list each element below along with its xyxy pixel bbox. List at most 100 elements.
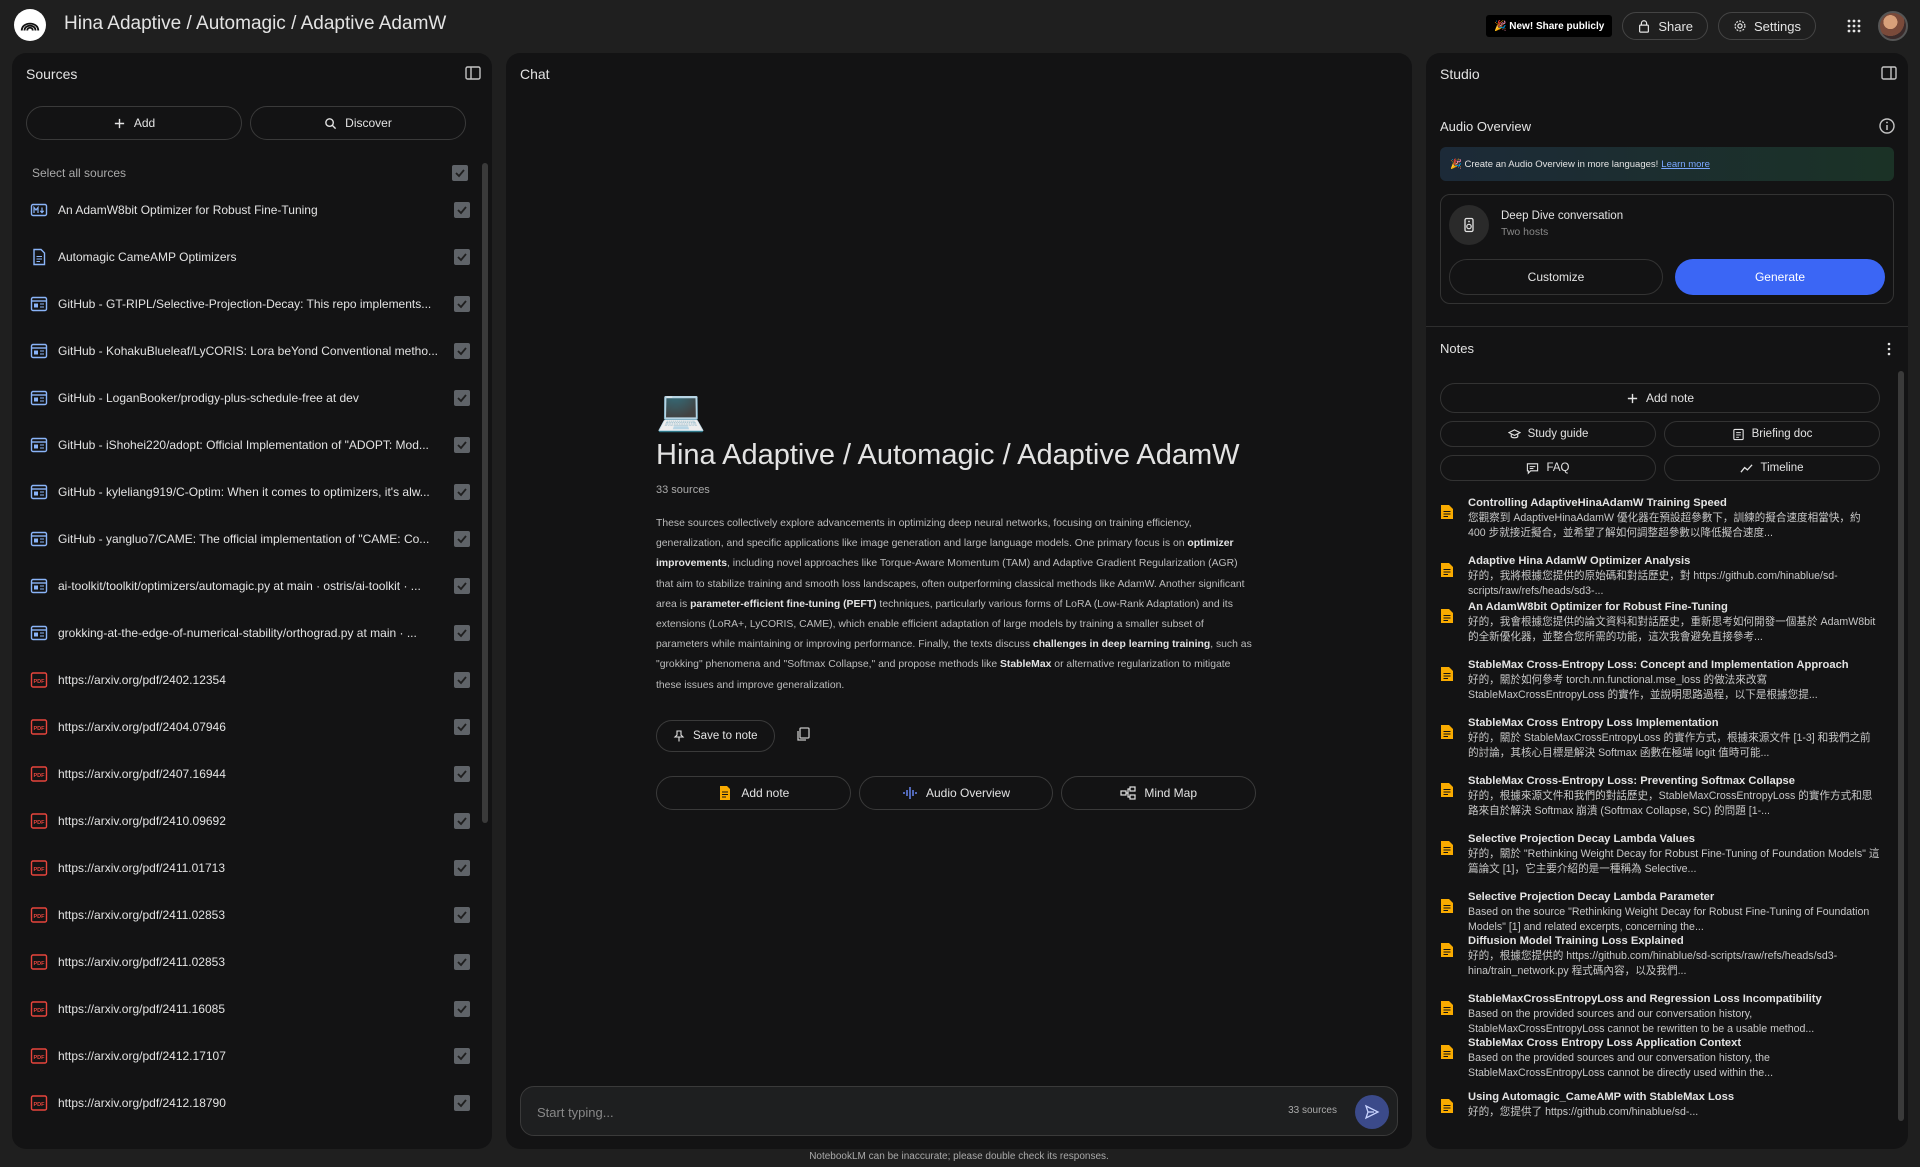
note-item[interactable]: StableMax Cross-Entropy Loss: Concept an…	[1440, 658, 1880, 716]
add-source-button[interactable]: Add	[26, 106, 242, 140]
source-checkbox[interactable]	[454, 342, 470, 359]
audio-overview-button[interactable]: Audio Overview	[858, 775, 1054, 810]
briefing-doc-button[interactable]: Briefing doc	[1664, 421, 1880, 447]
settings-button[interactable]: Settings	[1718, 12, 1816, 40]
source-item[interactable]: PDF https://arxiv.org/pdf/2402.12354	[30, 656, 470, 703]
send-button[interactable]	[1355, 1095, 1389, 1129]
source-item[interactable]: Automagic CameAMP Optimizers	[30, 233, 470, 280]
study-guide-button[interactable]: Study guide	[1440, 421, 1656, 447]
source-checkbox[interactable]	[454, 953, 470, 970]
source-item[interactable]: GitHub - yangluo7/CAME: The official imp…	[30, 515, 470, 562]
add-note-action-button[interactable]: Add note	[656, 775, 851, 810]
generate-button[interactable]: Generate	[1675, 259, 1885, 295]
source-item[interactable]: GitHub - iShohei220/adopt: Official Impl…	[30, 421, 470, 468]
check-icon	[457, 675, 467, 684]
source-checkbox[interactable]	[454, 436, 470, 453]
faq-button[interactable]: FAQ	[1440, 455, 1656, 481]
notebooklm-logo-icon[interactable]	[14, 9, 46, 41]
note-preview: Based on the provided sources and our co…	[1468, 1052, 1774, 1079]
note-item[interactable]: An AdamW8bit Optimizer for Robust Fine-T…	[1440, 600, 1880, 658]
source-list: An AdamW8bit Optimizer for Robust Fine-T…	[30, 186, 470, 1126]
source-item[interactable]: PDF https://arxiv.org/pdf/2411.02853	[30, 938, 470, 985]
more-options-icon[interactable]	[1882, 341, 1896, 357]
top-bar: Hina Adaptive / Automagic / Adaptive Ada…	[0, 0, 1920, 50]
note-item[interactable]: Adaptive Hina AdamW Optimizer Analysis 好的…	[1440, 554, 1880, 600]
info-icon[interactable]	[1878, 117, 1896, 135]
note-item[interactable]: StableMax Cross Entropy Loss Application…	[1440, 1036, 1880, 1090]
note-content: StableMax Cross Entropy Loss Implementat…	[1468, 716, 1880, 760]
source-item[interactable]: PDF https://arxiv.org/pdf/2411.16085	[30, 985, 470, 1032]
source-item[interactable]: PDF https://arxiv.org/pdf/2412.17107	[30, 1032, 470, 1079]
source-label: GitHub - kyleliang919/C-Optim: When it c…	[58, 484, 430, 499]
copy-icon[interactable]	[795, 726, 811, 745]
notebook-emoji: 💻	[656, 389, 706, 433]
mind-map-button[interactable]: Mind Map	[1061, 775, 1257, 810]
source-item[interactable]: GitHub - LoganBooker/prodigy-plus-schedu…	[30, 374, 470, 421]
select-all-checkbox[interactable]	[452, 165, 468, 181]
source-checkbox[interactable]	[454, 765, 470, 782]
source-item[interactable]: GitHub - GT-RIPL/Selective-Projection-De…	[30, 280, 470, 327]
source-checkbox[interactable]	[454, 624, 470, 641]
source-checkbox[interactable]	[454, 1094, 470, 1111]
web-icon	[30, 295, 48, 313]
source-item[interactable]: PDF https://arxiv.org/pdf/2410.09692	[30, 797, 470, 844]
source-item[interactable]: PDF https://arxiv.org/pdf/2411.02853	[30, 891, 470, 938]
check-icon	[457, 299, 467, 308]
note-item[interactable]: Diffusion Model Training Loss Explained 好…	[1440, 934, 1880, 992]
note-item[interactable]: StableMax Cross-Entropy Loss: Preventing…	[1440, 774, 1880, 832]
note-preview: 好的，根據來源文件和我們的對話歷史，StableMaxCrossEntropyL…	[1468, 790, 1873, 817]
pdf-icon: PDF	[30, 1000, 48, 1018]
note-item[interactable]: Selective Projection Decay Lambda Values…	[1440, 832, 1880, 890]
add-note-button[interactable]: Add note	[1440, 383, 1880, 413]
source-checkbox[interactable]	[454, 1000, 470, 1017]
source-item[interactable]: PDF https://arxiv.org/pdf/2407.16944	[30, 750, 470, 797]
source-checkbox[interactable]	[454, 295, 470, 312]
studio-scrollbar[interactable]	[1898, 371, 1904, 1121]
language-banner-text: 🎉 Create an Audio Overview in more langu…	[1450, 158, 1659, 170]
avatar[interactable]	[1878, 11, 1908, 41]
source-checkbox[interactable]	[454, 389, 470, 406]
source-item[interactable]: PDF https://arxiv.org/pdf/2411.01713	[30, 844, 470, 891]
source-checkbox[interactable]	[454, 906, 470, 923]
add-source-label: Add	[133, 116, 156, 130]
source-item[interactable]: GitHub - KohakuBlueleaf/LyCORIS: Lora be…	[30, 327, 470, 374]
discover-button[interactable]: Discover	[250, 106, 466, 140]
source-item[interactable]: ai-toolkit/toolkit/optimizers/automagic.…	[30, 562, 470, 609]
source-checkbox[interactable]	[454, 1047, 470, 1064]
check-icon	[457, 205, 467, 214]
collapse-panel-icon[interactable]	[464, 64, 482, 82]
note-item[interactable]: Using Automagic_CameAMP with StableMax L…	[1440, 1090, 1880, 1120]
source-item[interactable]: An AdamW8bit Optimizer for Robust Fine-T…	[30, 186, 470, 233]
source-item[interactable]: PDF https://arxiv.org/pdf/2404.07946	[30, 703, 470, 750]
note-item[interactable]: StableMax Cross Entropy Loss Implementat…	[1440, 716, 1880, 774]
select-all-row[interactable]: Select all sources	[32, 163, 468, 183]
note-item[interactable]: Controlling AdaptiveHinaAdamW Training S…	[1440, 496, 1880, 554]
note-item[interactable]: StableMaxCrossEntropyLoss and Regression…	[1440, 992, 1880, 1036]
source-item[interactable]: grokking-at-the-edge-of-numerical-stabil…	[30, 609, 470, 656]
source-checkbox[interactable]	[454, 718, 470, 735]
source-label: https://arxiv.org/pdf/2412.17107	[58, 1048, 226, 1063]
source-checkbox[interactable]	[454, 671, 470, 688]
save-to-note-button[interactable]: Save to note	[656, 719, 775, 752]
note-content: StableMax Cross Entropy Loss Application…	[1468, 1036, 1880, 1080]
notebook-title[interactable]: Hina Adaptive / Automagic / Adaptive Ada…	[64, 13, 446, 35]
google-apps-icon[interactable]	[1840, 12, 1868, 40]
source-checkbox[interactable]	[454, 859, 470, 876]
customize-button[interactable]: Customize	[1449, 259, 1663, 295]
source-checkbox[interactable]	[454, 530, 470, 547]
source-checkbox[interactable]	[454, 812, 470, 829]
source-checkbox[interactable]	[454, 483, 470, 500]
sources-scrollbar[interactable]	[482, 163, 488, 823]
timeline-button[interactable]: Timeline	[1664, 455, 1880, 481]
learn-more-link[interactable]: Learn more	[1661, 159, 1710, 170]
share-button[interactable]: Share	[1622, 12, 1709, 40]
collapse-studio-icon[interactable]	[1880, 64, 1898, 82]
note-item[interactable]: Selective Projection Decay Lambda Parame…	[1440, 890, 1880, 934]
source-checkbox[interactable]	[454, 577, 470, 594]
source-checkbox[interactable]	[454, 248, 470, 265]
source-item[interactable]: GitHub - kyleliang919/C-Optim: When it c…	[30, 468, 470, 515]
source-item[interactable]: PDF https://arxiv.org/pdf/2412.18790	[30, 1079, 470, 1126]
add-note-label: Add note	[1645, 391, 1695, 405]
source-checkbox[interactable]	[454, 201, 470, 218]
chat-input[interactable]	[537, 1101, 1237, 1123]
